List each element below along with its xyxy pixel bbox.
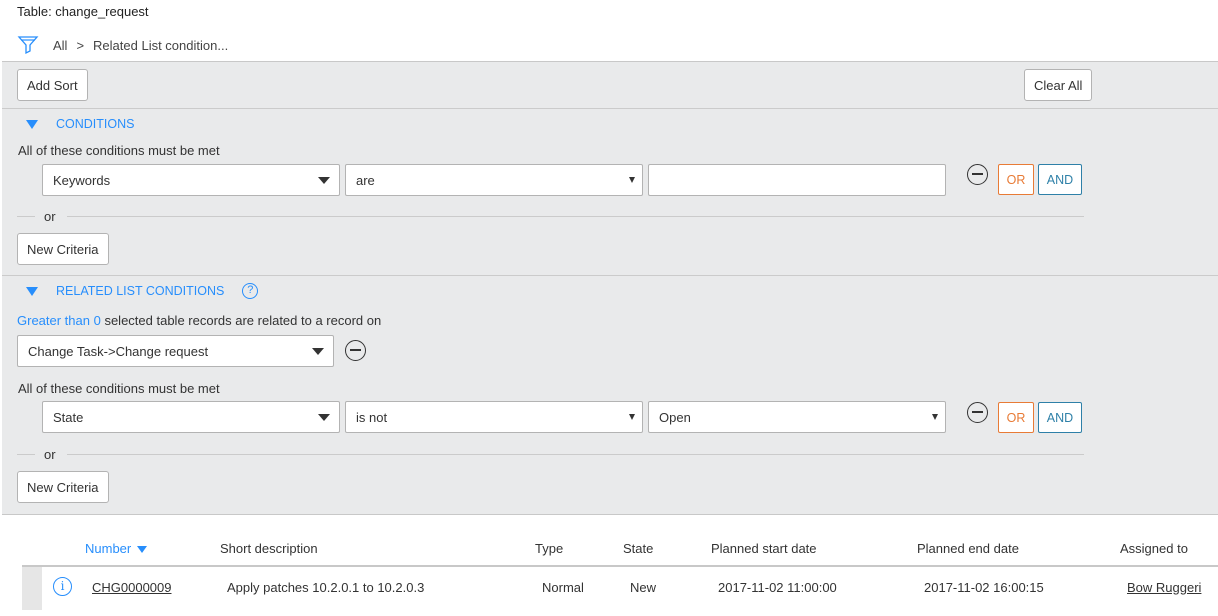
divider: [2, 108, 1218, 109]
related-value-value: Open: [659, 409, 691, 425]
related-heading: RELATED LIST CONDITIONS: [56, 284, 225, 298]
breadcrumb-current[interactable]: Related List condition...: [93, 38, 228, 53]
cell-short-description: Apply patches 10.2.0.1 to 10.2.0.3: [227, 580, 425, 595]
cell-planned-start: 2017-11-02 11:00:00: [718, 580, 837, 595]
chevron-down-icon: [629, 414, 635, 420]
related-operator-select[interactable]: is not: [345, 401, 643, 433]
help-icon[interactable]: ?: [242, 283, 259, 299]
column-header-short-description[interactable]: Short description: [220, 541, 318, 556]
and-button[interactable]: AND: [1038, 164, 1082, 195]
clear-all-button[interactable]: Clear All: [1024, 69, 1093, 101]
quantifier-text: selected table records are related to a …: [104, 313, 382, 328]
or-separator: or: [17, 447, 1084, 462]
and-button[interactable]: AND: [1038, 402, 1082, 433]
related-quantifier: Greater than 0 selected table records ar…: [17, 313, 381, 328]
divider: [2, 275, 1218, 276]
breadcrumb: All > Related List condition...: [17, 34, 228, 56]
new-criteria-button[interactable]: New Criteria: [17, 233, 109, 265]
column-header-planned-start[interactable]: Planned start date: [711, 541, 817, 556]
divider: [17, 216, 35, 217]
column-header-assigned-to[interactable]: Assigned to: [1120, 541, 1188, 556]
sort-descending-icon[interactable]: [137, 546, 148, 554]
or-separator: or: [17, 209, 1084, 224]
or-label: or: [44, 447, 56, 462]
column-header-state[interactable]: State: [623, 541, 653, 556]
conditions-header[interactable]: CONDITIONS: [2, 117, 134, 131]
condition-field-value: Keywords: [53, 172, 111, 188]
add-sort-button[interactable]: Add Sort: [17, 69, 88, 101]
collapse-triangle-icon[interactable]: [26, 119, 38, 129]
condition-builder-panel: Add Sort Clear All CONDITIONS All of the…: [2, 61, 1218, 515]
relation-select[interactable]: Change Task->Change request: [17, 335, 334, 367]
conditions-heading: CONDITIONS: [56, 117, 135, 131]
column-header-planned-end[interactable]: Planned end date: [917, 541, 1019, 556]
condition-value-input[interactable]: [648, 164, 946, 196]
table-title: Table: change_request: [17, 4, 149, 19]
cell-type: Normal: [542, 580, 584, 595]
info-icon[interactable]: i: [53, 577, 72, 596]
column-header-number[interactable]: Number: [85, 541, 148, 556]
remove-relation-icon[interactable]: [345, 340, 366, 361]
related-value-select[interactable]: Open: [648, 401, 946, 433]
breadcrumb-all[interactable]: All: [53, 38, 67, 53]
chevron-down-icon: [932, 414, 938, 420]
cell-planned-end: 2017-11-02 16:00:15: [924, 580, 1044, 595]
cell-assigned-to[interactable]: Bow Ruggeri: [1127, 580, 1201, 595]
condition-operator-select[interactable]: are: [345, 164, 643, 196]
divider: [66, 216, 1084, 217]
or-button[interactable]: OR: [998, 164, 1034, 195]
related-conditions-header[interactable]: RELATED LIST CONDITIONS ?: [2, 283, 259, 299]
related-field-value: State: [53, 409, 84, 425]
remove-condition-icon[interactable]: [967, 402, 988, 423]
column-header-type[interactable]: Type: [535, 541, 563, 556]
condition-field-select[interactable]: Keywords: [42, 164, 340, 196]
column-label: Number: [85, 541, 132, 556]
condition-operator-value: are: [356, 172, 375, 188]
cell-state: New: [630, 580, 657, 595]
collapse-triangle-icon[interactable]: [26, 286, 38, 296]
relation-value: Change Task->Change request: [28, 343, 209, 359]
divider: [22, 565, 1218, 567]
or-label: or: [44, 209, 56, 224]
chevron-down-icon: [629, 177, 635, 183]
new-criteria-button[interactable]: New Criteria: [17, 471, 109, 503]
related-requirement: All of these conditions must be met: [18, 381, 220, 396]
divider: [17, 454, 35, 455]
cell-number[interactable]: CHG0000009: [92, 580, 172, 595]
chevron-down-icon: [312, 348, 324, 355]
breadcrumb-separator: >: [76, 37, 85, 53]
related-operator-value: is not: [356, 409, 388, 425]
row-selector[interactable]: [22, 567, 42, 610]
or-button[interactable]: OR: [998, 402, 1034, 433]
chevron-down-icon: [318, 414, 330, 421]
related-field-select[interactable]: State: [42, 401, 340, 433]
conditions-requirement: All of these conditions must be met: [18, 143, 220, 158]
remove-condition-icon[interactable]: [967, 164, 988, 185]
quantifier-link[interactable]: Greater than 0: [17, 313, 101, 328]
filter-funnel-icon[interactable]: [17, 34, 39, 56]
divider: [66, 454, 1084, 455]
chevron-down-icon: [318, 177, 330, 184]
